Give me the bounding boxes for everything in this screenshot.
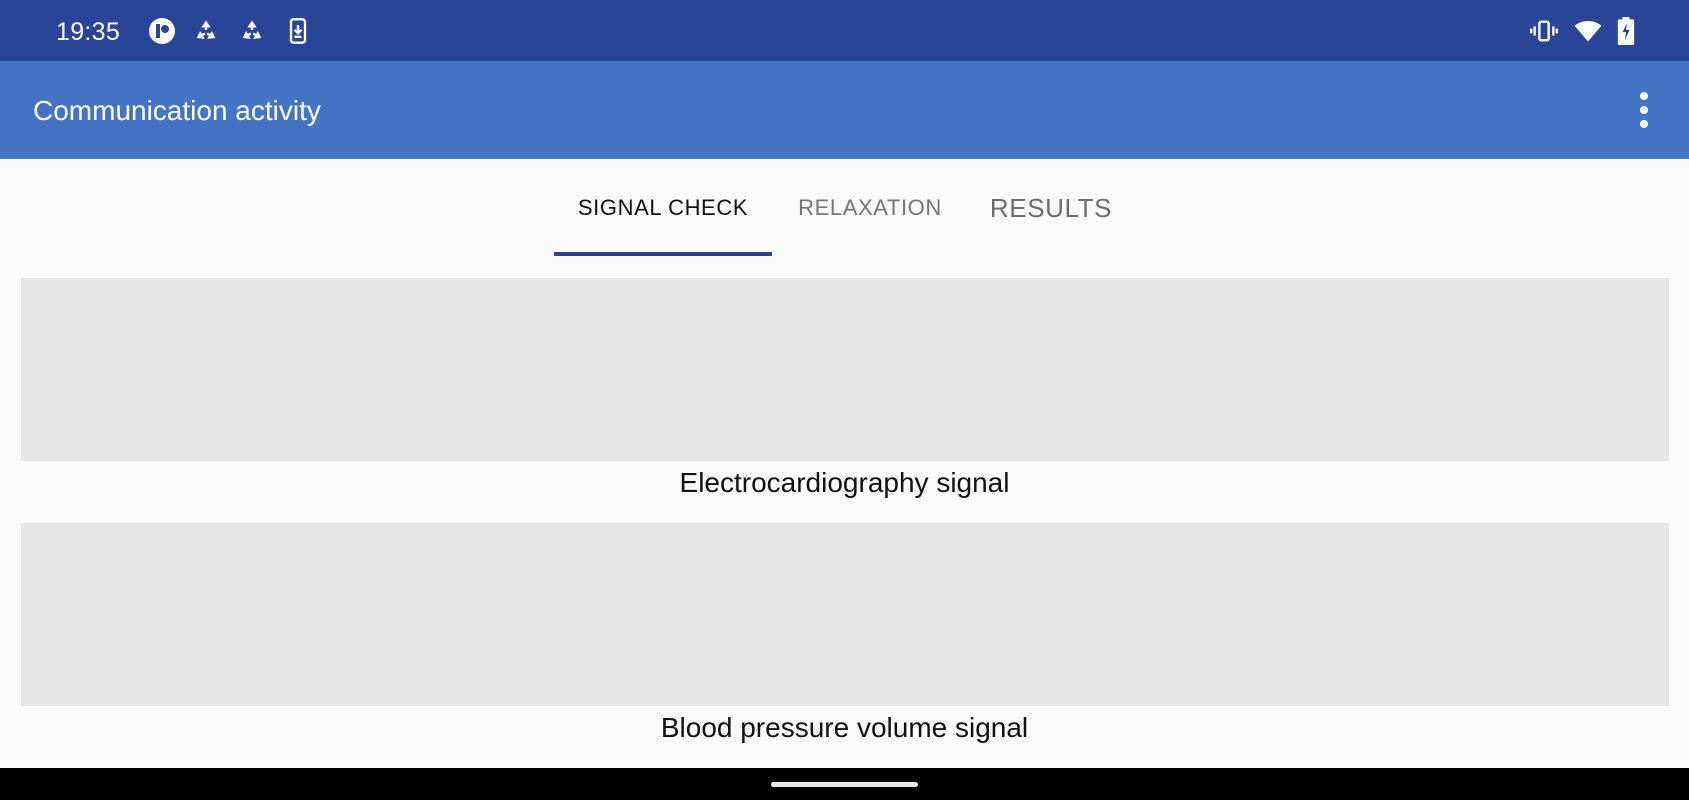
tab-relaxation[interactable]: RELAXATION <box>776 159 964 257</box>
vibrate-icon <box>1530 17 1558 45</box>
navigation-bar <box>0 768 1689 800</box>
wifi-icon <box>1574 17 1602 45</box>
app-bar: Communication activity <box>0 61 1689 159</box>
recycle-icon <box>238 17 266 45</box>
home-gesture-handle[interactable] <box>771 782 918 787</box>
status-bar: 19:35 <box>0 0 1689 61</box>
tab-signal-check[interactable]: SIGNAL CHECK <box>554 159 772 257</box>
bvp-signal-panel <box>21 523 1669 706</box>
p-circle-icon <box>148 17 176 45</box>
menu-dot <box>1640 92 1648 100</box>
screen: 19:35 Communication activity SIGNAL CHEC… <box>0 0 1689 800</box>
ecg-signal-panel <box>21 278 1669 461</box>
more-vert-icon[interactable] <box>1629 90 1659 130</box>
bvp-signal-caption: Blood pressure volume signal <box>660 712 1029 743</box>
tab-bar: SIGNAL CHECK RELAXATION RESULTS <box>0 159 1689 257</box>
tab-indicator <box>554 252 772 256</box>
ecg-signal-caption: Electrocardiography signal <box>679 467 1010 498</box>
status-time: 19:35 <box>56 18 121 46</box>
tab-results[interactable]: RESULTS <box>972 159 1130 257</box>
app-title: Communication activity <box>33 95 321 126</box>
download-icon <box>284 17 312 45</box>
menu-dot <box>1640 106 1648 114</box>
menu-dot <box>1640 120 1648 128</box>
battery-charging-icon <box>1612 17 1640 45</box>
recycle-icon <box>192 17 220 45</box>
